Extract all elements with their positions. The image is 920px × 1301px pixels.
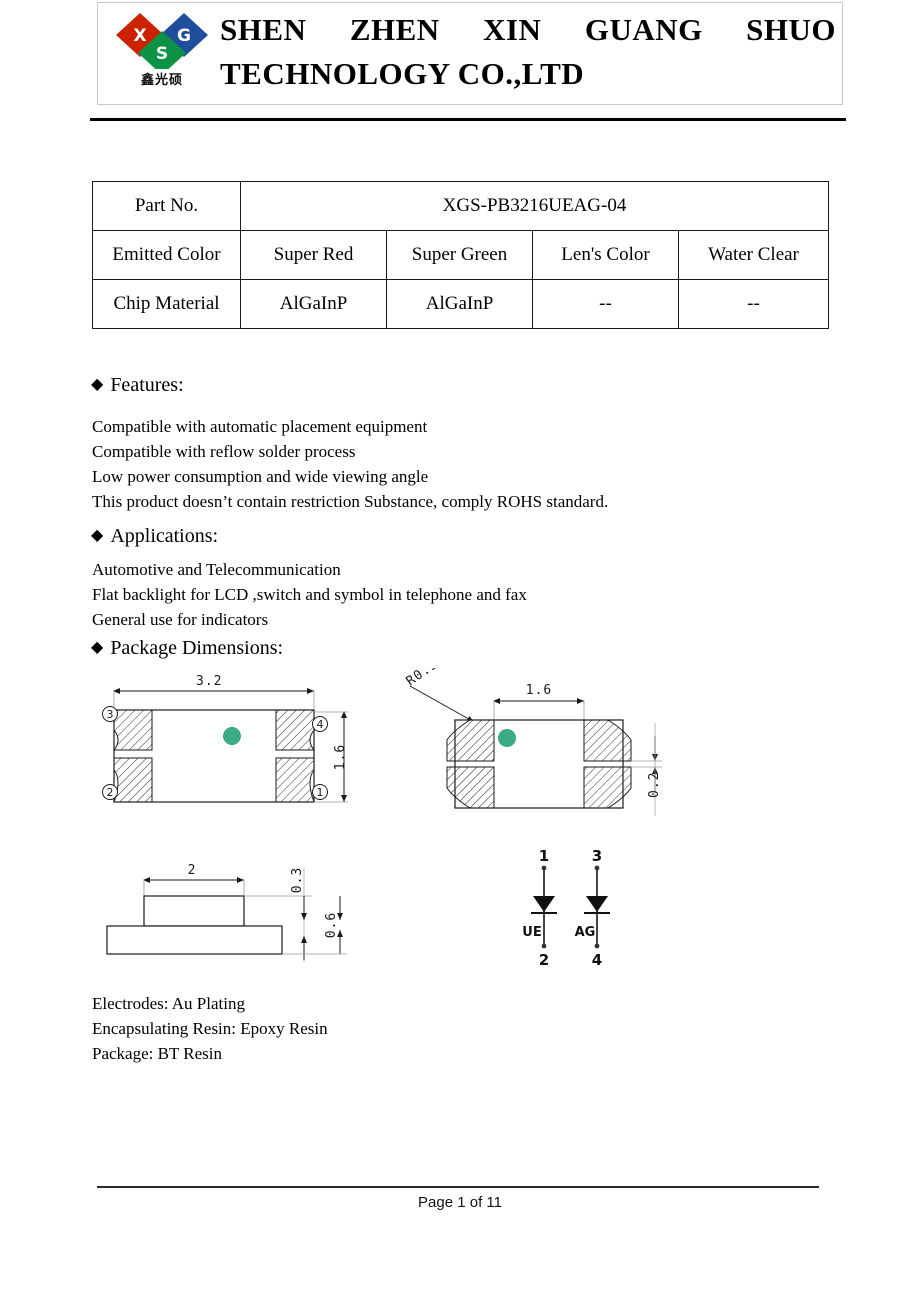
features-heading: ◆ Features: [91,374,184,397]
dim-label-1-6-width: 1.6 [526,683,552,698]
applications-heading: ◆ Applications: [91,525,218,548]
circuit-label-ag: AG [575,925,596,940]
package-dimensions-heading: ◆ Package Dimensions: [91,637,283,660]
circuit-label-ue: UE [522,925,541,940]
header-divider [90,118,846,121]
footer-divider [97,1186,819,1188]
company-logo: X G S 鑫光硕 [106,7,218,103]
diode-symbol-right [586,896,608,912]
cell-chip-material-2: AlGaInP [386,279,533,329]
pin-marker-3: 3 [102,706,118,722]
cell-part-number: XGS-PB3216UEAG-04 [240,181,829,231]
pad-top-left [112,709,153,751]
applications-list: Automotive and Telecommunication Flat ba… [92,557,527,632]
list-item: Compatible with automatic placement equi… [92,417,428,436]
materials-list: Electrodes: Au Plating Encapsulating Res… [92,991,328,1066]
row-label-emitted-color: Emitted Color [92,230,241,280]
pin-marker-2: 2 [102,784,118,800]
drawing-top-view: 3.2 3 4 2 1 1.6 [102,674,348,803]
list-item: Encapsulating Resin: Epoxy Resin [92,1019,328,1038]
dim-label-2: 2 [188,863,197,878]
cell-chip-material-3: -- [532,279,679,329]
specification-table: Part No. XGS-PB3216UEAG-04 Emitted Color… [92,181,829,329]
company-name: SHEN ZHEN XIN GUANG SHUO TECHNOLOGY CO.,… [220,8,836,96]
diamond-bullet-icon: ◆ [91,376,104,393]
circuit-pin-4: 4 [592,951,602,969]
dim-label-0-2: 0.2 [647,772,662,798]
cell-emitted-color-2: Super Green [386,230,533,280]
svg-text:3: 3 [107,708,114,721]
logo-letter-g: G [177,26,191,46]
side-view-base [106,925,283,955]
company-name-line-1: SHEN ZHEN XIN GUANG SHUO [220,12,836,47]
drawing-circuit-diagram: 1 UE 2 3 AG 4 [522,847,610,969]
dim-label-3-2: 3.2 [196,674,222,689]
list-item: Flat backlight for LCD ,switch and symbo… [92,585,527,604]
package-dimensions-heading-label: Package Dimensions: [110,637,284,659]
pad-bv-bottom-right [583,766,632,809]
pad-bottom-right [275,757,315,803]
package-dimension-drawings: 3.2 3 4 2 1 1.6 R0.35 1.6 0.2 2 0.3 0.6 … [92,652,712,978]
svg-text:4: 4 [317,718,324,731]
row-label-part-no: Part No. [92,181,241,231]
dim-label-1-6-height: 1.6 [333,744,348,770]
cell-lens-color-value: Water Clear [678,230,829,280]
diamond-bullet-icon: ◆ [91,527,104,544]
circuit-pin-2: 2 [539,951,549,969]
circuit-pin-1: 1 [539,847,549,865]
logo-chinese-name: 鑫光硕 [140,73,183,88]
svg-text:1: 1 [317,786,324,799]
side-view-upper-body [143,895,245,927]
list-item: Electrodes: Au Plating [92,994,245,1013]
cell-lens-color-label: Len's Color [532,230,679,280]
list-item: General use for indicators [92,610,269,629]
pin-marker-4: 4 [312,716,328,732]
features-heading-label: Features: [110,374,184,396]
cell-chip-material-1: AlGaInP [240,279,387,329]
diamond-bullet-icon: ◆ [91,639,104,656]
company-name-line-2: TECHNOLOGY CO.,LTD [220,56,585,91]
emitter-dot-bottom [498,729,516,747]
diode-symbol-left [533,896,555,912]
cell-chip-material-4: -- [678,279,829,329]
list-item: Low power consumption and wide viewing a… [92,467,429,486]
applications-heading-label: Applications: [110,525,219,547]
pad-bottom-left [113,757,153,803]
list-item: Compatible with reflow solder process [92,442,356,461]
list-item: This product doesn’t contain restriction… [92,492,609,511]
drawing-side-view: 2 0.3 0.6 [106,863,347,962]
list-item: Package: BT Resin [92,1044,222,1063]
table-row: Emitted Color Super Red Super Green Len'… [92,230,829,280]
drawing-bottom-view: R0.35 1.6 0.2 [404,652,662,816]
pad-bv-top-left [446,719,495,762]
dim-label-0-3: 0.3 [290,867,305,893]
pin-marker-1: 1 [312,784,328,800]
circuit-pin-3: 3 [592,847,602,865]
logo-diamonds-icon: X G S [116,13,208,69]
page-number: Page 1 of 11 [418,1194,502,1211]
letterhead: X G S 鑫光硕 SHEN ZHEN XIN GUANG SHUO TECHN… [97,2,843,105]
list-item: Automotive and Telecommunication [92,560,341,579]
radius-leader-line [409,685,475,723]
svg-text:2: 2 [107,786,114,799]
table-row: Part No. XGS-PB3216UEAG-04 [92,181,829,231]
pad-bv-bottom-left [446,766,495,809]
pad-bv-top-right [583,719,632,762]
row-label-chip-material: Chip Material [92,279,241,329]
logo-letter-x: X [133,26,146,46]
logo-letter-s: S [156,44,168,64]
cell-emitted-color-1: Super Red [240,230,387,280]
table-row: Chip Material AlGaInP AlGaInP -- -- [92,279,829,329]
pad-top-right [275,709,316,751]
features-list: Compatible with automatic placement equi… [92,414,608,514]
dim-label-0-6: 0.6 [324,912,339,938]
emitter-dot [223,727,241,745]
